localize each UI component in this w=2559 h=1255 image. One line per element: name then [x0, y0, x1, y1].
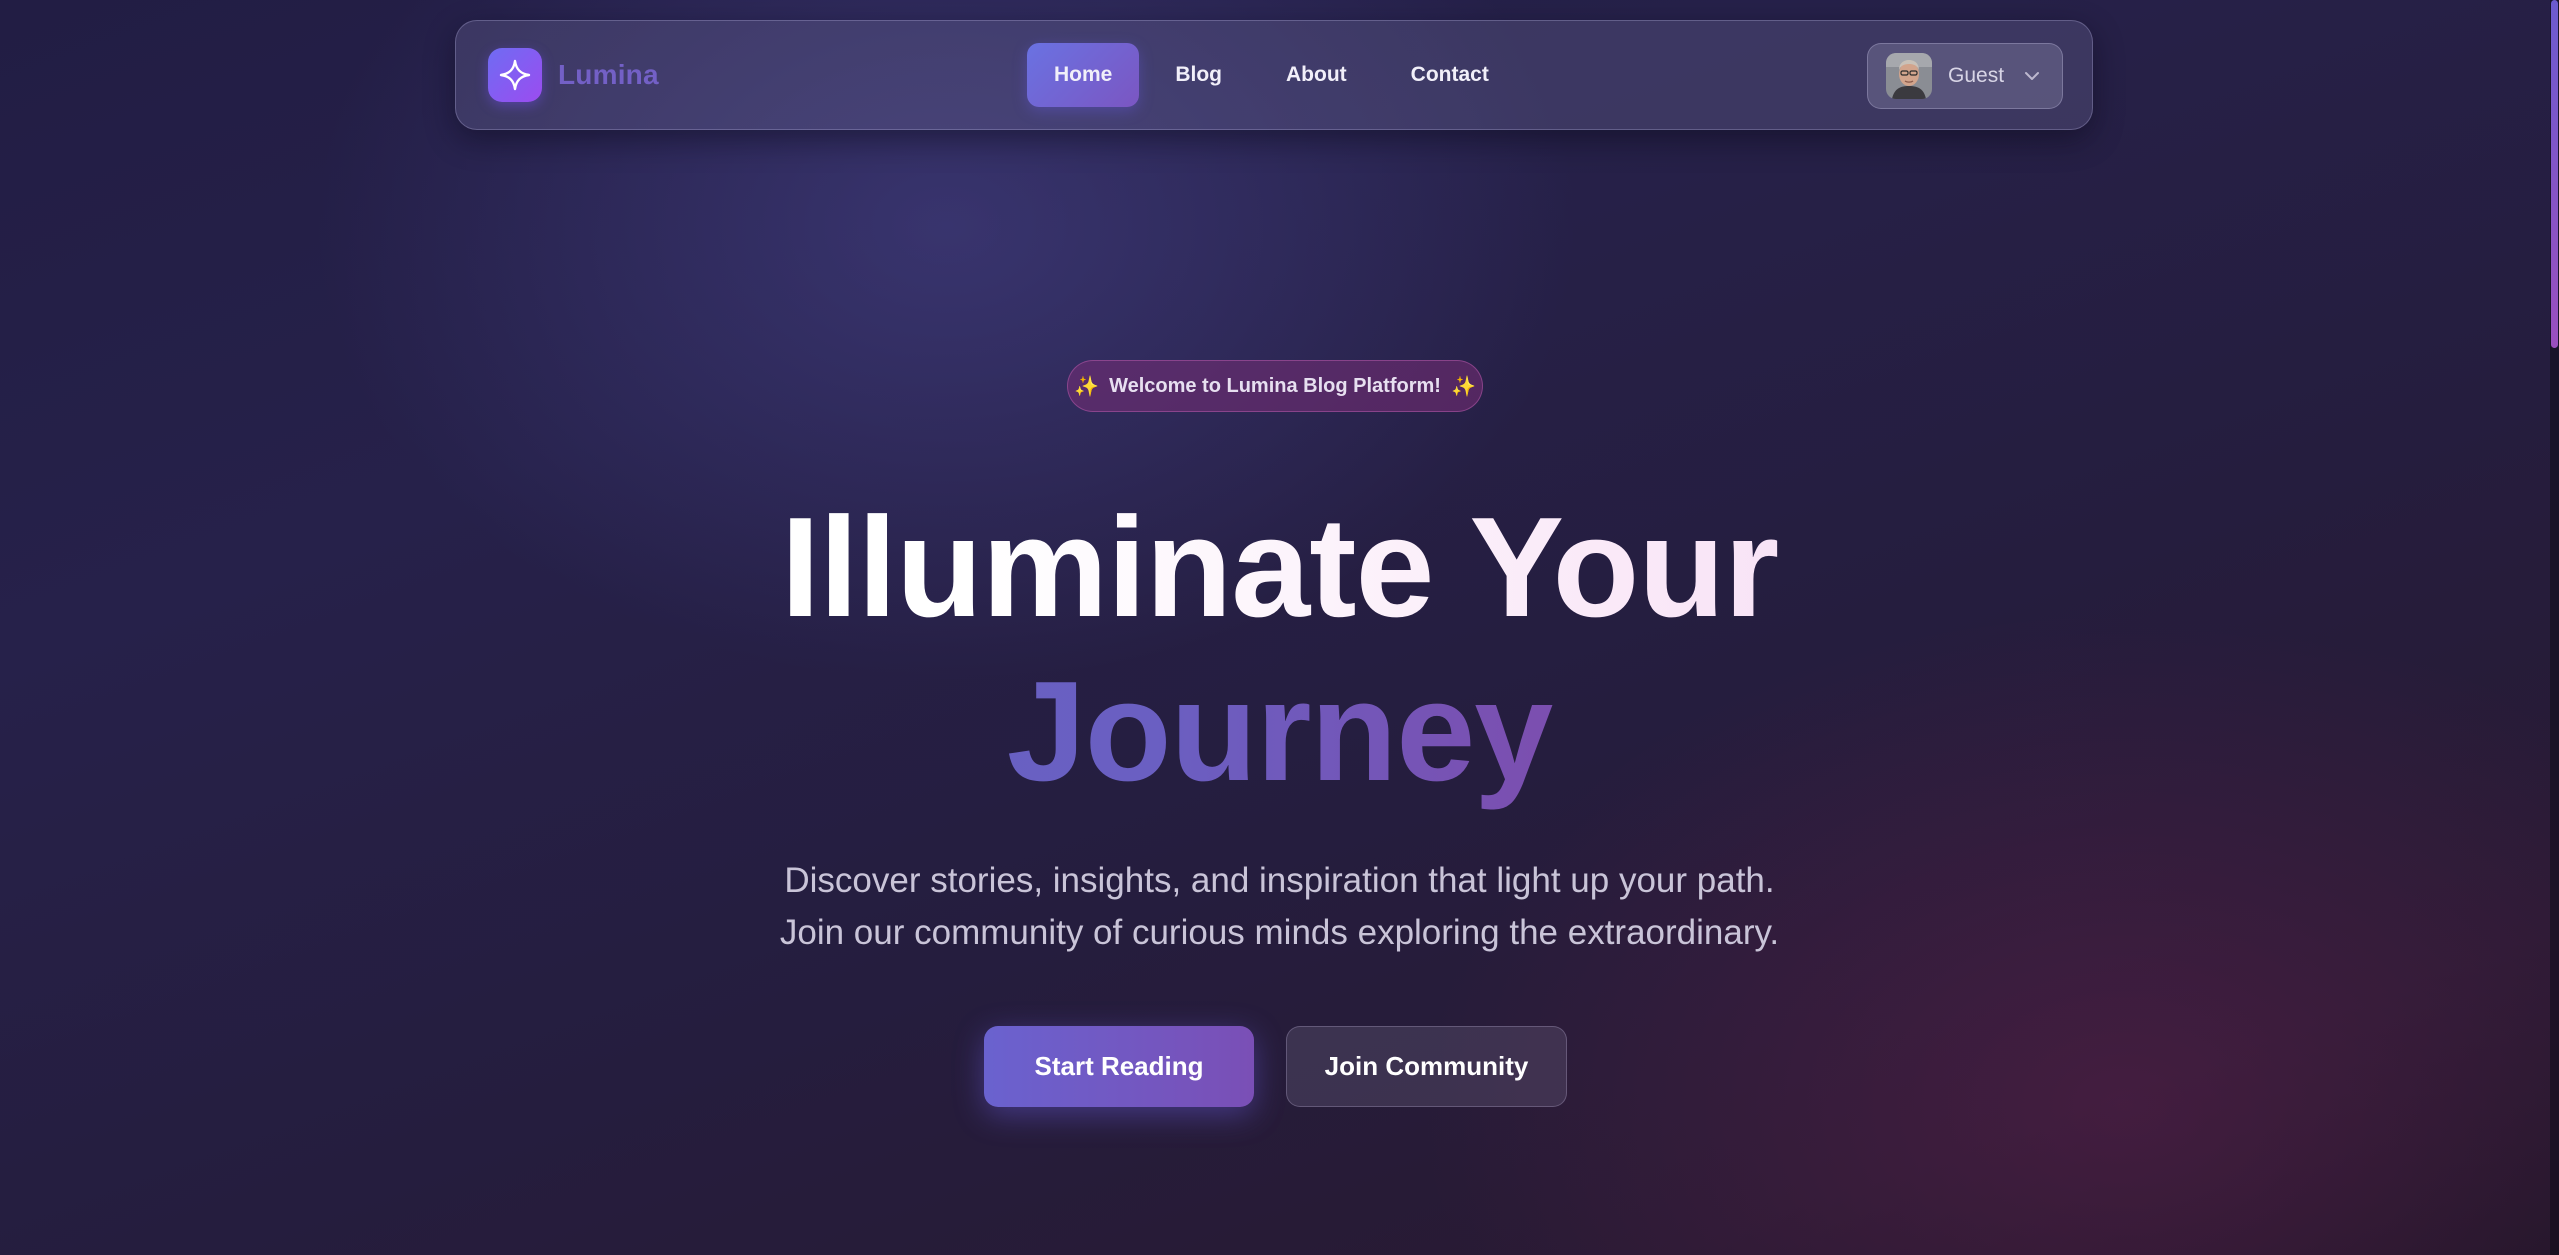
top-navigation-bar: Lumina Home Blog About Contact Guest [455, 20, 2093, 130]
brand-name: Lumina [558, 59, 659, 90]
hero-subtitle-line-2: Join our community of curious minds expl… [779, 913, 1780, 952]
cta-group: Start Reading Join Community [984, 1026, 1567, 1107]
sparkles-icon: ✨ [1450, 375, 1476, 398]
sparkle-icon [488, 48, 542, 102]
nav-item-home[interactable]: Home [1027, 43, 1140, 107]
welcome-badge-text: Welcome to Lumina Blog Platform! [1109, 374, 1441, 397]
scrollbar-thumb[interactable] [2551, 0, 2558, 348]
sparkles-icon: ✨ [1074, 375, 1100, 398]
avatar [1886, 53, 1932, 99]
hero-subtitle-line-1: Discover stories, insights, and inspirat… [784, 861, 1775, 900]
chevron-down-icon [2024, 71, 2040, 81]
user-menu-button[interactable]: Guest [1867, 43, 2063, 109]
join-community-button[interactable]: Join Community [1286, 1026, 1567, 1107]
hero-subtitle: Discover stories, insights, and inspirat… [0, 855, 2559, 959]
user-name: Guest [1948, 64, 2005, 87]
main-nav: Home Blog About Contact [1027, 43, 1526, 107]
brand-logo[interactable]: Lumina [488, 48, 659, 102]
nav-item-contact[interactable]: Contact [1384, 43, 1516, 107]
hero-headline-line-1: Illuminate Your [0, 488, 2559, 648]
nav-item-blog[interactable]: Blog [1148, 43, 1249, 107]
hero-headline-line-2: Journey [0, 652, 2559, 812]
page-scrollbar[interactable] [2550, 0, 2559, 1255]
start-reading-button[interactable]: Start Reading [984, 1026, 1254, 1107]
nav-item-about[interactable]: About [1259, 43, 1374, 107]
welcome-badge: ✨ Welcome to Lumina Blog Platform! ✨ [1067, 360, 1483, 412]
